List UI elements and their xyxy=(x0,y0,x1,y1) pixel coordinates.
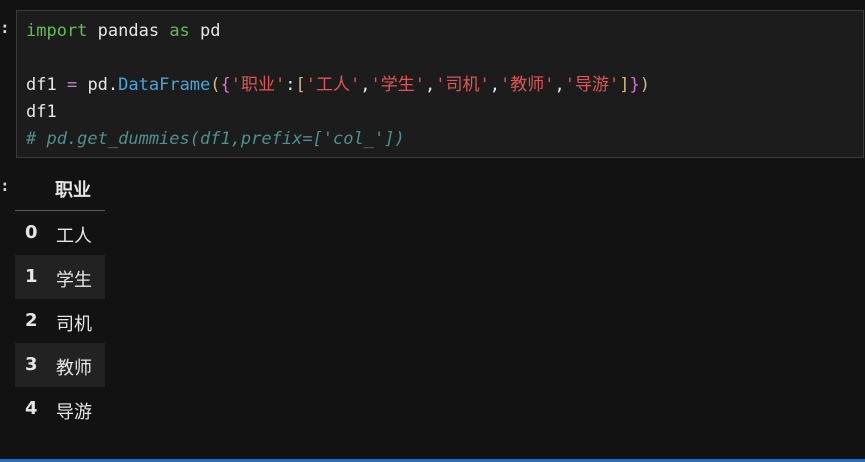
cell-value: 教师 xyxy=(56,358,92,379)
table-row: 3 教师 xyxy=(15,343,105,387)
column-header-occupation: 职业 xyxy=(55,180,91,201)
code-token: # pd.get_dummies(df1,prefix=['col_']) xyxy=(26,129,405,149)
code-token: , xyxy=(489,75,500,95)
code-token: '导游' xyxy=(564,75,620,95)
code-token: , xyxy=(554,75,565,95)
code-token: ) xyxy=(639,75,650,95)
code-line-5: # pd.get_dummies(df1,prefix=['col_']) xyxy=(26,127,405,151)
code-token: '职业' xyxy=(230,75,286,95)
table-row: 4 导游 xyxy=(15,387,105,431)
table-row: 1 学生 xyxy=(15,255,105,299)
table-row: 0 工人 xyxy=(15,211,105,255)
code-token: import xyxy=(26,21,88,41)
code-token: ] xyxy=(619,75,630,95)
cell-value: 司机 xyxy=(56,314,92,335)
row-index: 1 xyxy=(25,266,38,287)
code-token: ( xyxy=(210,75,221,95)
code-token: pandas xyxy=(87,21,170,41)
row-index: 0 xyxy=(25,222,38,243)
code-token: : xyxy=(285,75,296,95)
row-index: 4 xyxy=(25,398,38,419)
code-token: , xyxy=(424,75,436,95)
cell-value: 学生 xyxy=(56,270,92,291)
code-token: '司机' xyxy=(435,75,490,95)
code-token: df1 xyxy=(26,102,57,122)
output-prompt-marker: : xyxy=(0,176,10,195)
input-prompt-marker: : xyxy=(0,18,10,37)
code-line-3: df1 = pd.DataFrame({'职业':['工人','学生','司机'… xyxy=(26,73,650,97)
cell-value: 工人 xyxy=(56,226,92,247)
code-token: as xyxy=(169,21,190,41)
code-line-1: import pandas as pd xyxy=(26,19,221,43)
row-index: 2 xyxy=(25,310,38,331)
dataframe-output-table: 职业 0 工人 1 学生 2 司机 3 教师 4 导游 xyxy=(15,168,105,431)
code-token: { xyxy=(220,75,231,95)
code-token: df1 xyxy=(26,75,57,95)
code-token: [ xyxy=(295,75,306,95)
code-line-4: df1 xyxy=(26,100,57,124)
cell-value: 导游 xyxy=(56,402,92,423)
code-token: = xyxy=(56,75,88,95)
table-row: 2 司机 xyxy=(15,299,105,343)
code-token: pd xyxy=(189,21,221,41)
notebook-view: : import pandas as pd df1 = pd.DataFrame… xyxy=(0,0,865,462)
code-token: , xyxy=(360,75,371,95)
code-token: DataFrame xyxy=(118,75,211,95)
code-token: } xyxy=(629,75,640,95)
table-header-row: 职业 xyxy=(15,168,105,211)
code-editor[interactable]: import pandas as pd df1 = pd.DataFrame({… xyxy=(16,10,864,158)
code-token: '学生' xyxy=(370,75,425,95)
code-token: pd. xyxy=(87,75,119,95)
row-index: 3 xyxy=(25,354,38,375)
code-token: '教师' xyxy=(499,75,555,95)
code-token: '工人' xyxy=(305,75,361,95)
